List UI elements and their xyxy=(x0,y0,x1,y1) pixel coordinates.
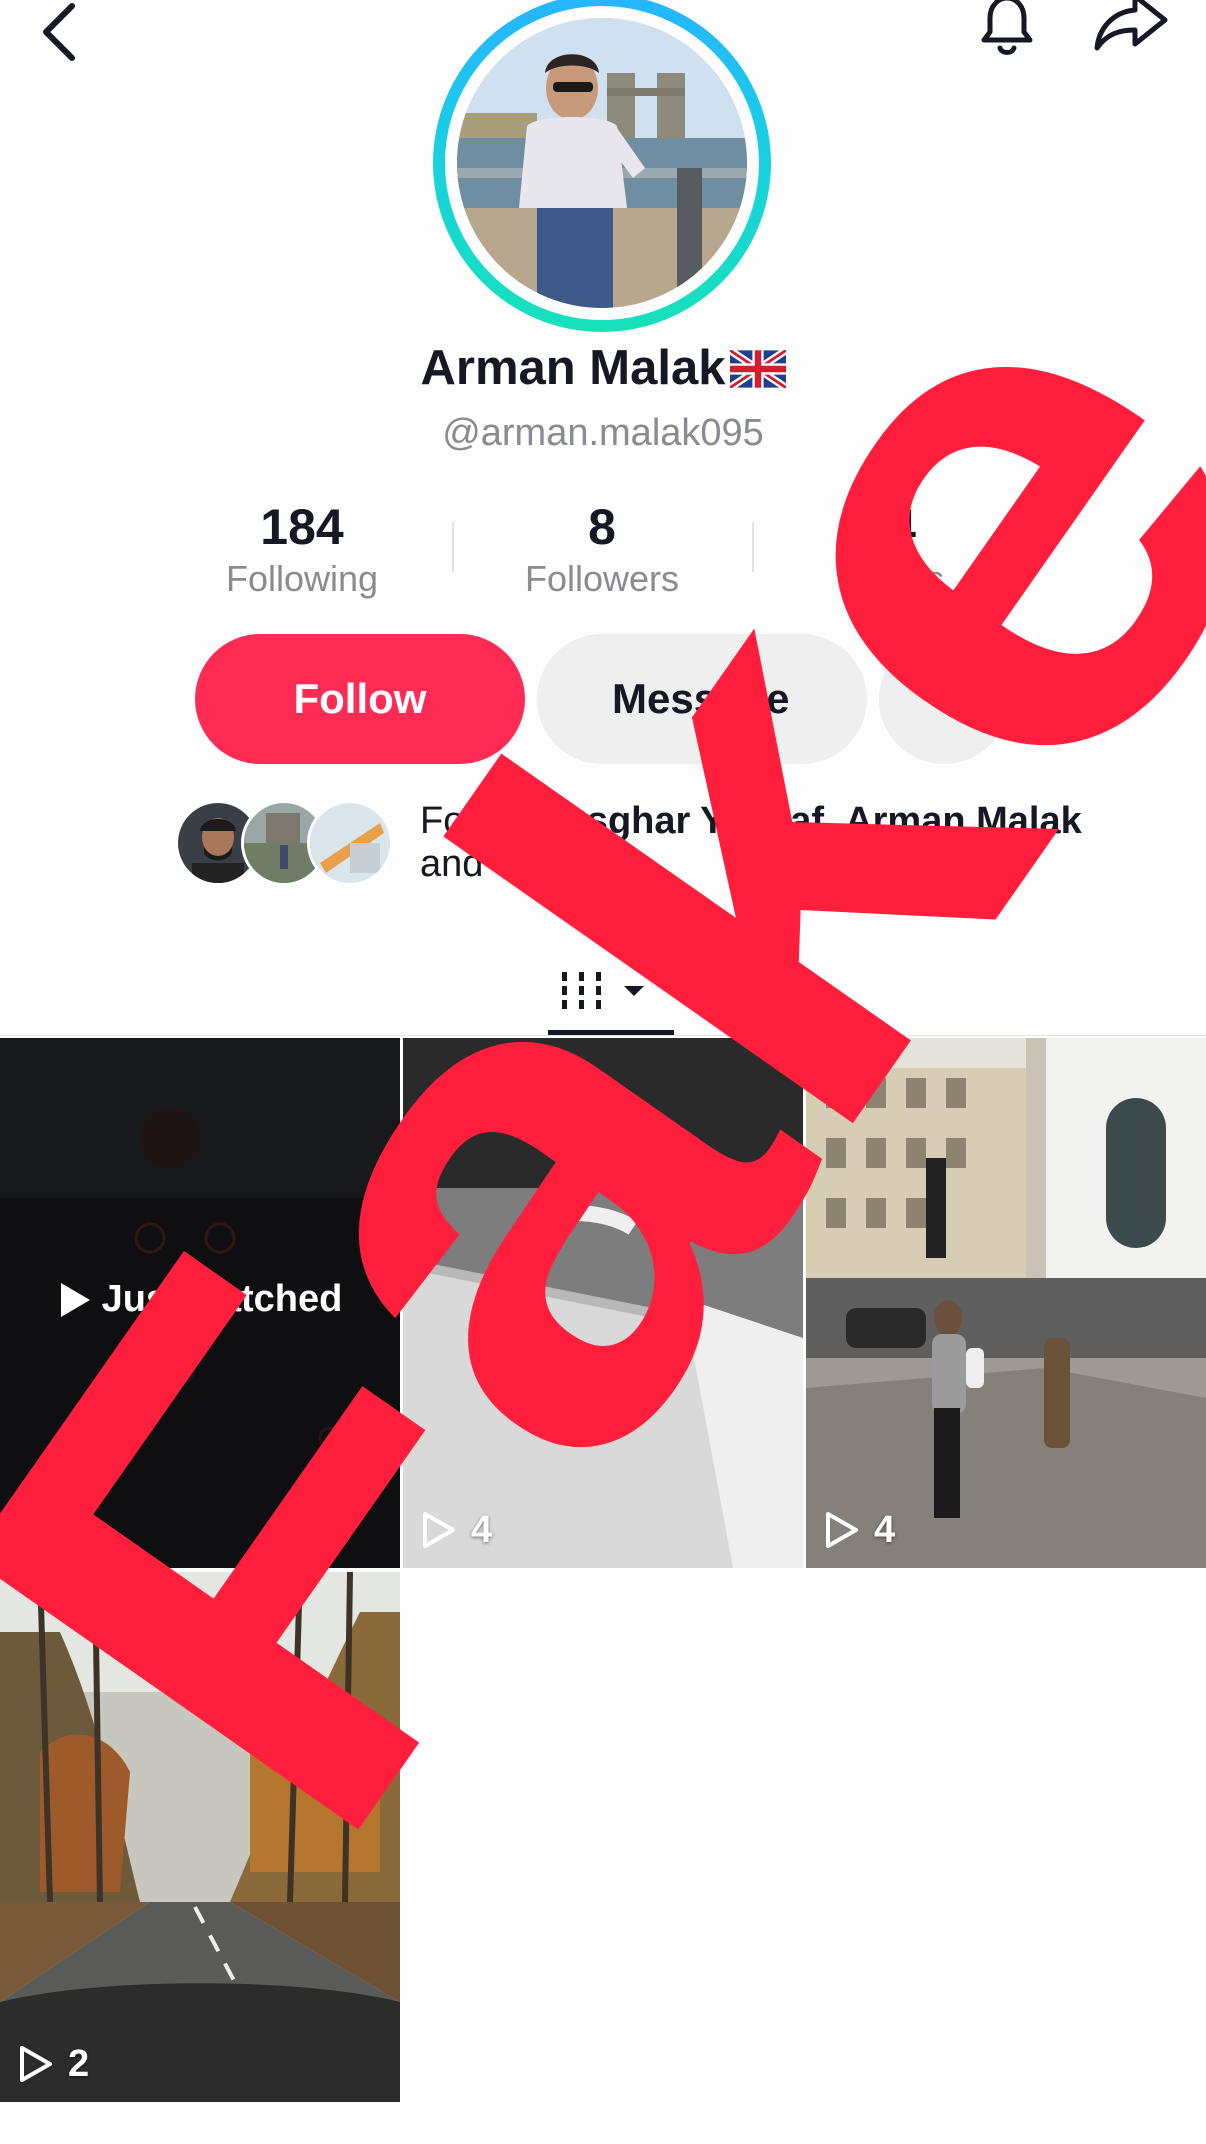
view-count: 4 xyxy=(824,1508,895,1552)
avatar xyxy=(307,800,393,886)
display-name: Arman Malak xyxy=(0,340,1206,400)
following-stat[interactable]: 184 Following xyxy=(172,498,432,600)
profile-tabs xyxy=(0,930,1206,1040)
share-button[interactable] xyxy=(1085,0,1175,62)
followers-stat[interactable]: 8 Followers xyxy=(472,498,732,600)
view-count: 6 xyxy=(18,1508,89,1552)
grid-videos-icon xyxy=(562,972,644,1009)
followers-count: 8 xyxy=(588,499,616,555)
uk-flag-icon xyxy=(727,344,788,400)
back-button[interactable] xyxy=(30,0,90,62)
video-tile[interactable]: 2 xyxy=(0,1572,400,2102)
mutual-follower-avatars[interactable] xyxy=(175,800,395,886)
story-ring[interactable] xyxy=(433,0,771,332)
play-outline-icon xyxy=(20,2046,52,2082)
mutual-suffix: and 8 others xyxy=(420,843,632,885)
likes-stat[interactable]: 4 Likes xyxy=(772,498,1032,600)
share-arrow-icon xyxy=(1094,0,1168,51)
tab-videos[interactable] xyxy=(548,948,658,1030)
mutual-prefix: Follows xyxy=(420,800,560,842)
view-count-text: 6 xyxy=(68,1508,90,1551)
view-count: 4 xyxy=(421,1508,492,1552)
username-handle: @arman.malak095 xyxy=(442,412,764,454)
display-name-text: Arman Malak xyxy=(420,341,726,395)
view-count-text: 4 xyxy=(874,1508,896,1551)
tab-divider xyxy=(0,1035,1206,1036)
mutual-followers-text[interactable]: Follows Asghar Yousaf, Arman Malak and 8… xyxy=(420,800,1120,886)
video-tile[interactable]: Just watched 6 xyxy=(0,1038,400,1568)
avatar-border xyxy=(445,6,759,320)
video-tile[interactable]: 4 xyxy=(403,1038,803,1568)
followers-label: Followers xyxy=(524,558,680,599)
stat-divider xyxy=(752,522,754,572)
play-outline-icon xyxy=(826,1512,858,1548)
view-count-text: 4 xyxy=(471,1508,493,1551)
message-button[interactable]: Message xyxy=(537,634,867,764)
mutual-separator: , xyxy=(824,800,846,842)
chevron-left-icon xyxy=(43,3,75,61)
following-count: 184 xyxy=(260,499,344,555)
stat-divider xyxy=(452,522,454,572)
avatar[interactable] xyxy=(457,18,747,308)
view-count-text: 2 xyxy=(68,2042,90,2085)
following-label: Following xyxy=(225,558,379,599)
suggested-accounts-button[interactable] xyxy=(879,634,1009,764)
notification-button[interactable] xyxy=(970,0,1045,62)
chevron-down-icon xyxy=(926,689,962,710)
mutual-name: Asghar Yousaf xyxy=(559,800,825,842)
view-count: 2 xyxy=(18,2042,89,2086)
likes-count: 4 xyxy=(888,499,916,555)
follow-button[interactable]: Follow xyxy=(195,634,525,764)
mutual-name: Arman Malak xyxy=(845,800,1082,842)
video-tile[interactable]: 4 xyxy=(806,1038,1206,1568)
play-icon xyxy=(60,1282,90,1317)
play-outline-icon xyxy=(423,1512,455,1548)
just-watched-text: Just watched xyxy=(101,1278,343,1320)
bell-icon xyxy=(981,0,1033,55)
just-watched-label: Just watched xyxy=(0,1278,400,1321)
likes-label: Likes xyxy=(859,558,945,599)
play-outline-icon xyxy=(20,1512,52,1548)
